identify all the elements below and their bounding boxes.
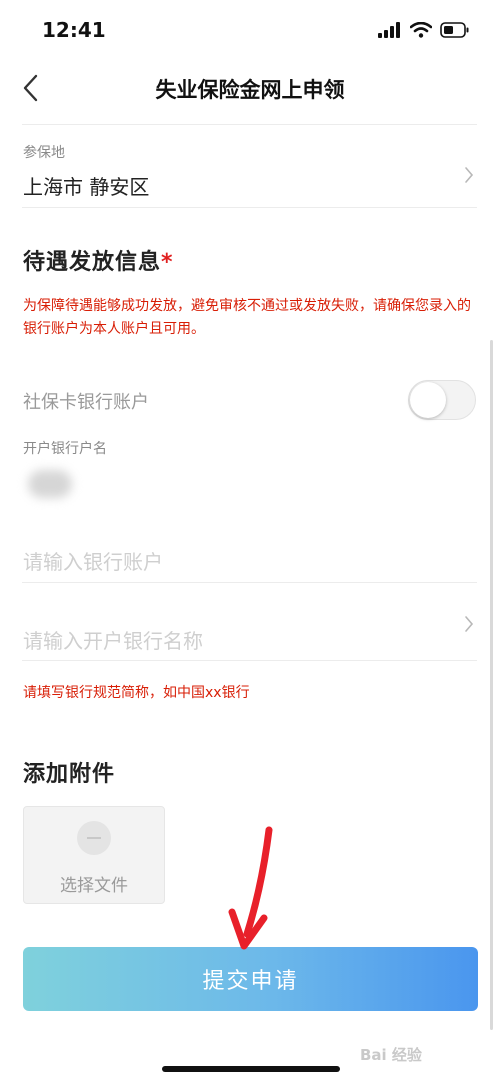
divider: [22, 582, 477, 583]
bank-account-input[interactable]: 请输入银行账户: [23, 546, 163, 575]
red-arrow-annotation: [228, 826, 273, 950]
watermark: Bai 经验: [360, 1046, 422, 1064]
divider: [22, 660, 477, 661]
divider: [22, 124, 477, 125]
benefit-section-title-text: 待遇发放信息: [23, 250, 162, 275]
page-title: 失业保险金网上申领: [155, 78, 345, 102]
required-mark: *: [161, 250, 174, 275]
home-indicator[interactable]: [162, 1066, 340, 1072]
insured-location-label: 参保地: [23, 145, 65, 161]
divider: [22, 207, 477, 208]
status-icons: [378, 20, 470, 40]
bank-name-input[interactable]: 请输入开户银行名称: [23, 625, 203, 654]
social-card-toggle-label: 社保卡银行账户: [23, 392, 149, 413]
battery-icon: [440, 22, 469, 38]
scrollbar[interactable]: [490, 340, 493, 1030]
benefit-section-title: 待遇发放信息*: [23, 244, 174, 276]
chevron-right-icon[interactable]: [464, 166, 474, 184]
select-file-button[interactable]: 选择文件: [23, 806, 165, 904]
insured-location-value[interactable]: 上海市 静安区: [23, 171, 149, 200]
signal-icon: [378, 22, 400, 38]
wifi-icon: [410, 22, 432, 38]
attachments-title: 添加附件: [23, 762, 116, 787]
toggle-knob: [410, 382, 446, 418]
select-file-label: 选择文件: [60, 876, 128, 896]
bank-name-hint: 请填写银行规范简称，如中国xx银行: [23, 685, 250, 701]
add-file-icon: [77, 821, 111, 855]
account-name-label: 开户银行户名: [23, 441, 107, 457]
chevron-right-icon[interactable]: [464, 615, 474, 633]
status-time: 12:41: [42, 18, 106, 42]
submit-button[interactable]: 提交申请: [23, 947, 478, 1011]
benefit-notice: 为保障待遇能够成功发放，避免审核不通过或发放失败，请确保您录入的银行账户为本人账…: [23, 298, 471, 337]
account-name-value-redacted: [28, 470, 72, 498]
social-card-toggle[interactable]: [408, 380, 476, 420]
